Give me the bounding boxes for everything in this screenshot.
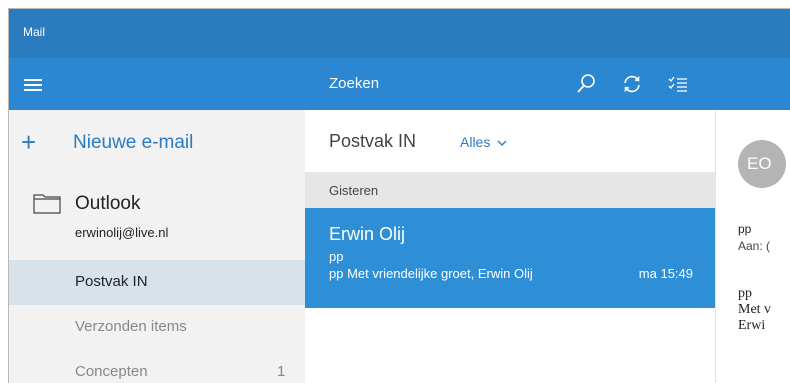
message-subject: pp: [329, 249, 344, 264]
avatar: EO: [738, 140, 786, 188]
folder-title: Postvak IN: [329, 131, 417, 151]
date-group-header: Gisteren: [305, 172, 715, 208]
sidebar-item-drafts[interactable]: Concepten 1: [9, 350, 305, 383]
reading-body: pp Met v Erwi: [738, 286, 771, 334]
reading-subject: pp: [738, 222, 752, 236]
hamburger-menu-icon[interactable]: [21, 71, 47, 97]
chevron-down-icon: [497, 140, 507, 146]
sync-icon[interactable]: [619, 71, 645, 97]
title-bar: Mail: [9, 9, 790, 58]
date-group-label: Gisteren: [329, 183, 379, 198]
folder-icon: [33, 192, 61, 219]
reading-body-line: pp: [738, 286, 752, 301]
toolbar: Zoeken: [9, 58, 790, 110]
search-box[interactable]: Zoeken: [329, 75, 379, 92]
account-name: Outlook: [75, 193, 141, 214]
sidebar: + Nieuwe e-mail Outlook erwinolij@live.n…: [9, 110, 305, 383]
account-outlook[interactable]: Outlook erwinolij@live.nl: [9, 182, 305, 242]
sidebar-item-label: Verzonden items: [75, 318, 187, 335]
message-preview: pp Met vriendelijke groet, Erwin Olij: [329, 266, 533, 281]
reading-body-line: Erwi: [738, 318, 766, 333]
reading-body-line: Met v: [738, 302, 772, 317]
sidebar-item-label: Postvak IN: [75, 273, 148, 290]
new-mail-label: Nieuwe e-mail: [73, 132, 194, 153]
sidebar-item-label: Concepten: [75, 363, 148, 380]
message-item[interactable]: Erwin Olij pp pp Met vriendelijke groet,…: [305, 208, 715, 308]
message-sender: Erwin Olij: [329, 224, 406, 244]
mail-window: Mail Zoeken + Nieuwe e-mail Outlook erwi…: [8, 8, 790, 383]
account-email: erwinolij@live.nl: [75, 225, 169, 240]
filter-label: Alles: [460, 134, 491, 150]
reading-recipients: Aan: (: [738, 239, 771, 253]
drafts-count-badge: 1: [277, 363, 286, 380]
message-list-header: Postvak IN Alles: [305, 110, 715, 172]
select-icon[interactable]: [665, 71, 691, 97]
message-time: ma 15:49: [638, 266, 693, 281]
filter-dropdown[interactable]: Alles: [460, 134, 507, 150]
sidebar-item-inbox[interactable]: Postvak IN: [9, 260, 305, 305]
window-title: Mail: [23, 25, 46, 39]
plus-icon: +: [21, 127, 37, 157]
reading-pane: EO pp Aan: ( pp Met v Erwi: [715, 110, 790, 383]
sidebar-item-sent[interactable]: Verzonden items: [9, 305, 305, 350]
search-icon[interactable]: [573, 71, 599, 97]
message-list: Postvak IN Alles Gisteren Erwin Olij pp …: [305, 110, 715, 383]
